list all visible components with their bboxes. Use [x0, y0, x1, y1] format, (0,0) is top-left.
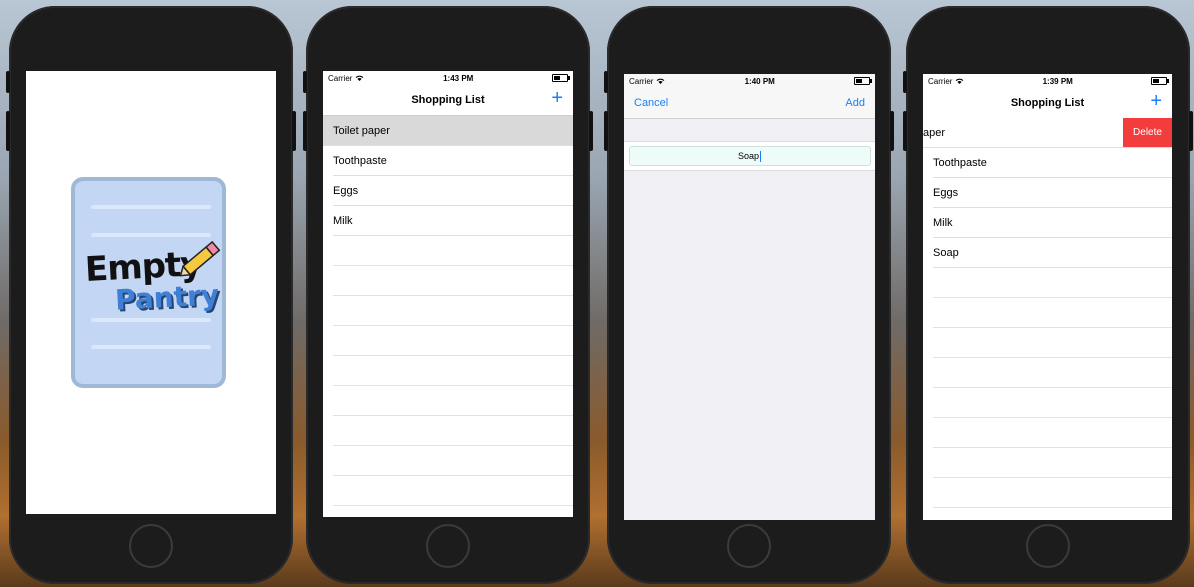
empty-row	[933, 478, 1172, 508]
list-item[interactable]: Soap	[933, 238, 1172, 268]
wifi-icon	[956, 78, 964, 84]
text-caret	[760, 150, 762, 162]
phone-swipe-delete: Carrier 1:39 PM Shopping List + aper Del…	[903, 6, 1193, 584]
pencil-icon	[179, 240, 221, 277]
list-item[interactable]: Milk	[933, 208, 1172, 238]
app-logo: Empty Pantry	[71, 177, 226, 388]
swiped-item-label: aper	[923, 126, 946, 139]
empty-row	[933, 328, 1172, 358]
list-item[interactable]: Eggs	[933, 178, 1172, 208]
list-screen: Carrier 1:39 PM Shopping List + aper Del…	[923, 74, 1172, 520]
status-bar: Carrier 1:40 PM	[624, 74, 875, 88]
empty-row	[333, 506, 573, 517]
empty-row	[333, 326, 573, 356]
empty-row	[333, 386, 573, 416]
home-button[interactable]	[129, 524, 173, 568]
empty-row	[933, 298, 1172, 328]
phone-add-item: Carrier 1:40 PM Cancel Add Soap	[604, 6, 894, 584]
clock: 1:43 PM	[443, 73, 474, 83]
empty-row	[933, 358, 1172, 388]
empty-row	[933, 418, 1172, 448]
nav-bar: Shopping List +	[323, 85, 573, 116]
battery-icon	[552, 74, 570, 82]
add-button[interactable]: Add	[845, 97, 865, 109]
list-item[interactable]: Milk	[333, 206, 573, 236]
status-bar: Carrier 1:43 PM	[323, 71, 573, 85]
list-item[interactable]: Toothpaste	[333, 146, 573, 176]
home-button[interactable]	[1026, 524, 1070, 568]
page-title: Shopping List	[411, 94, 485, 106]
empty-row	[333, 236, 573, 266]
empty-row	[333, 296, 573, 326]
input-row: Soap	[624, 141, 875, 171]
page-title: Shopping List	[1010, 97, 1085, 109]
add-item-screen: Carrier 1:40 PM Cancel Add Soap	[624, 74, 875, 520]
clock: 1:40 PM	[744, 76, 775, 86]
add-item-button[interactable]: +	[1150, 91, 1162, 111]
sheet-nav-bar: Cancel Add	[624, 88, 875, 119]
splash-screen: Empty Pantry	[26, 71, 276, 514]
carrier-label: Carrier	[629, 76, 654, 86]
cancel-button[interactable]: Cancel	[634, 97, 668, 109]
phone-splash: Empty Pantry	[6, 6, 296, 584]
add-sheet: Carrier 1:40 PM Cancel Add Soap	[624, 74, 875, 520]
delete-button[interactable]: Delete	[1123, 118, 1172, 147]
empty-row	[333, 266, 573, 296]
empty-row	[333, 356, 573, 386]
list-item[interactable]: Eggs	[333, 176, 573, 206]
carrier-label: Carrier	[328, 73, 353, 83]
phone-list: Carrier 1:43 PM Shopping List + Toilet p…	[303, 6, 593, 584]
item-name-value: Soap	[737, 151, 760, 161]
list-screen: Carrier 1:43 PM Shopping List + Toilet p…	[323, 71, 573, 517]
empty-row	[333, 446, 573, 476]
clock: 1:39 PM	[1042, 76, 1073, 86]
list-item[interactable]: Toothpaste	[933, 148, 1172, 178]
home-button[interactable]	[727, 524, 771, 568]
item-name-field[interactable]: Soap	[628, 146, 871, 166]
carrier-label: Carrier	[928, 76, 953, 86]
nav-bar: Shopping List +	[923, 88, 1172, 118]
battery-icon	[1151, 77, 1169, 85]
status-bar: Carrier 1:39 PM	[923, 74, 1172, 88]
home-button[interactable]	[426, 524, 470, 568]
empty-row	[933, 508, 1172, 520]
empty-row	[333, 476, 573, 506]
empty-row	[933, 268, 1172, 298]
empty-row	[333, 416, 573, 446]
list-item[interactable]: Toilet paper	[323, 116, 573, 146]
wifi-icon	[657, 78, 665, 84]
empty-row	[933, 448, 1172, 478]
swiped-list-item[interactable]: aper Delete	[923, 118, 1172, 148]
battery-icon	[854, 77, 872, 85]
empty-row	[933, 388, 1172, 418]
add-item-button[interactable]: +	[551, 88, 563, 108]
wifi-icon	[356, 75, 364, 81]
